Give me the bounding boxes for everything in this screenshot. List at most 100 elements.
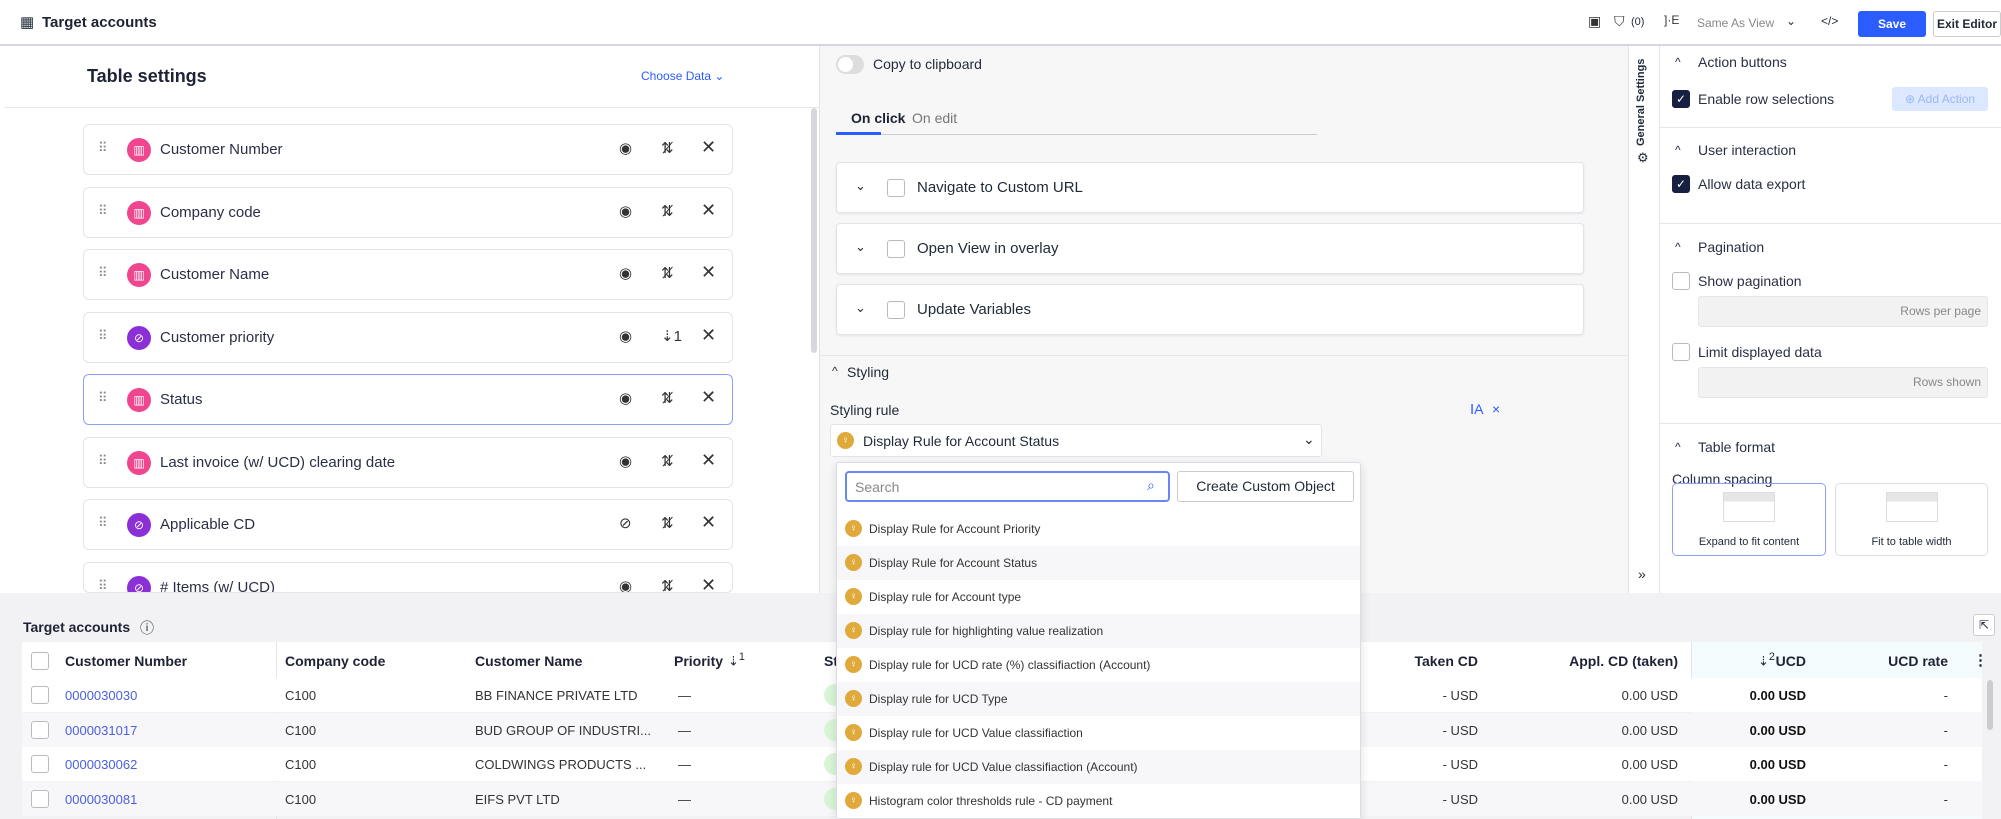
remove-icon[interactable]: ✕ bbox=[701, 137, 716, 158]
more-options-icon[interactable]: ⋮ bbox=[1973, 651, 1988, 669]
collapse-icon[interactable]: » bbox=[1638, 566, 1646, 582]
chevron-down-icon[interactable]: ⌄ bbox=[855, 300, 866, 316]
drag-handle-icon[interactable]: ⠿ bbox=[98, 578, 108, 593]
eye-icon[interactable]: ◉ bbox=[619, 452, 632, 470]
sort-icon[interactable]: ⇅̸ bbox=[661, 202, 674, 220]
allow-export-checkbox[interactable]: ✓ bbox=[1672, 175, 1690, 193]
drag-handle-icon[interactable]: ⠿ bbox=[98, 203, 108, 219]
eye-icon[interactable]: ◉ bbox=[619, 202, 632, 220]
rule-option[interactable]: ♀ Display rule for UCD Type bbox=[837, 682, 1360, 716]
row-checkbox[interactable] bbox=[31, 755, 49, 773]
scrollbar[interactable] bbox=[811, 108, 817, 353]
column-card[interactable]: ⠿ ▥ Customer Name ◉ ⇅̸ ✕ bbox=[83, 249, 733, 300]
chevron-down-icon[interactable]: ⌄ bbox=[855, 178, 866, 194]
rule-option[interactable]: ♀ Display rule for UCD rate (%) classifia… bbox=[837, 648, 1360, 682]
eye-icon[interactable]: ◉ bbox=[619, 327, 632, 345]
chevron-down-icon[interactable]: ⌄ bbox=[855, 239, 866, 255]
column-card[interactable]: ⠿ ▥ Last invoice (w/ UCD) clearing date … bbox=[83, 436, 733, 488]
row-checkbox[interactable] bbox=[31, 789, 49, 808]
drag-handle-icon[interactable]: ⠿ bbox=[98, 515, 108, 531]
column-card[interactable]: ⠿ ▥ Status ◉ ⇅̸ ✕ bbox=[83, 374, 733, 425]
eye-icon[interactable]: ◉ bbox=[619, 139, 632, 157]
rule-option[interactable]: ♀ Histogram color thresholds rule - CD pa… bbox=[837, 784, 1360, 818]
action-accordion[interactable]: ⌄ Open View in overlay bbox=[836, 223, 1584, 274]
column-card[interactable]: ⠿ ⊘ Customer priority ◉ ⇣1 ✕ bbox=[83, 311, 733, 363]
filter-icon[interactable]: ⛉ bbox=[1614, 13, 1625, 30]
drag-handle-icon[interactable]: ⠿ bbox=[98, 453, 108, 469]
expand-option[interactable]: Expand to fit content bbox=[1672, 483, 1826, 556]
remove-icon[interactable]: ✕ bbox=[701, 387, 716, 408]
remove-icon[interactable]: ✕ bbox=[701, 450, 716, 471]
column-card[interactable]: ⠿ ▥ Customer Number ◉ ⇅̸ ✕ bbox=[83, 124, 733, 175]
sort-icon[interactable]: ⇅̸ bbox=[661, 139, 674, 157]
limit-data-checkbox[interactable] bbox=[1672, 343, 1690, 361]
enable-rows-checkbox[interactable]: ✓ bbox=[1672, 90, 1690, 108]
column-header[interactable]: Appl. CD (taken) bbox=[1569, 653, 1678, 669]
create-custom-object-button[interactable]: Create Custom Object bbox=[1177, 471, 1354, 502]
add-action-button[interactable]: ⊕ Add Action bbox=[1892, 87, 1988, 111]
code-icon[interactable]: </> bbox=[1821, 14, 1838, 28]
table-scrollbar[interactable] bbox=[1987, 680, 1993, 730]
styling-rule-select[interactable]: ♀ Display Rule for Account Status ⌄ bbox=[830, 424, 1322, 457]
drag-handle-icon[interactable]: ⠿ bbox=[98, 390, 108, 406]
copy-toggle[interactable] bbox=[836, 55, 864, 74]
sort-desc-icon[interactable]: ⇣1 bbox=[728, 651, 745, 669]
sort-icon[interactable]: ⇅̸ bbox=[661, 514, 674, 532]
remove-icon[interactable]: ✕ bbox=[701, 575, 716, 593]
text-format-icon[interactable]: ⅠA bbox=[1470, 401, 1483, 418]
remove-icon[interactable]: ✕ bbox=[701, 325, 716, 346]
styling-header[interactable]: Styling bbox=[847, 364, 889, 380]
customer-link[interactable]: 0000030062 bbox=[65, 757, 137, 772]
rule-option[interactable]: ♀ Display Rule for Account Priority bbox=[837, 512, 1360, 546]
remove-icon[interactable]: ✕ bbox=[701, 512, 716, 533]
row-checkbox[interactable] bbox=[31, 720, 49, 739]
column-header[interactable]: Company code bbox=[285, 653, 385, 669]
clear-icon[interactable]: × bbox=[1492, 401, 1500, 417]
customer-link[interactable]: 0000030081 bbox=[65, 792, 137, 807]
sort-desc-icon[interactable]: ⇣2 bbox=[1758, 651, 1775, 669]
sort-icon[interactable]: ⇅̸ bbox=[661, 452, 674, 470]
action-accordion[interactable]: ⌄ Update Variables bbox=[836, 284, 1584, 335]
drag-handle-icon[interactable]: ⠿ bbox=[98, 265, 108, 281]
drag-handle-icon[interactable]: ⠿ bbox=[98, 328, 108, 344]
column-card[interactable]: ⠿ ⊘ # Items (w/ UCD) ◉ ⇅̸ ✕ bbox=[83, 561, 733, 593]
info-icon[interactable]: ⓘ bbox=[140, 618, 154, 638]
save-button[interactable]: Save bbox=[1858, 11, 1926, 37]
select-all-checkbox[interactable] bbox=[31, 652, 49, 670]
action-checkbox[interactable] bbox=[887, 301, 905, 319]
column-header[interactable]: Customer Number bbox=[65, 653, 187, 669]
sort-icon[interactable]: ⇅̸ bbox=[661, 264, 674, 282]
action-buttons-header[interactable]: Action buttons bbox=[1698, 54, 1787, 70]
chevron-down-icon[interactable]: ⌄ bbox=[1786, 14, 1796, 28]
table-format-header[interactable]: Table format bbox=[1698, 439, 1775, 455]
rows-shown-input[interactable]: Rows shown bbox=[1698, 367, 1988, 398]
export-icon[interactable]: ⇱ bbox=[1973, 614, 1995, 636]
view-select[interactable]: Same As View bbox=[1697, 16, 1774, 30]
rows-per-page-input[interactable]: Rows per page bbox=[1698, 296, 1988, 327]
remove-icon[interactable]: ✕ bbox=[701, 262, 716, 283]
general-settings-tab[interactable]: General Settings ⚙ » bbox=[1628, 46, 1660, 593]
action-checkbox[interactable] bbox=[887, 240, 905, 258]
search-input[interactable]: Search ⌕ bbox=[845, 471, 1170, 502]
sort-icon[interactable]: ⇅̸ bbox=[661, 577, 674, 593]
column-header[interactable]: Taken CD bbox=[1414, 653, 1478, 669]
show-pagination-checkbox[interactable] bbox=[1672, 272, 1690, 290]
action-checkbox[interactable] bbox=[887, 179, 905, 197]
column-header[interactable]: Priority bbox=[674, 653, 723, 669]
eye-icon[interactable]: ◉ bbox=[619, 389, 632, 407]
choose-data-button[interactable]: Choose Data ⌄ bbox=[641, 69, 724, 83]
drag-handle-icon[interactable]: ⠿ bbox=[98, 140, 108, 156]
sort-icon[interactable]: ⇅̸ bbox=[661, 389, 674, 407]
column-header[interactable]: Customer Name bbox=[475, 653, 582, 669]
customer-link[interactable]: 0000030030 bbox=[65, 688, 137, 703]
column-card[interactable]: ⠿ ▥ Company code ◉ ⇅̸ ✕ bbox=[83, 186, 733, 238]
rule-option[interactable]: ♀ Display rule for highlighting value rea… bbox=[837, 614, 1360, 648]
chevron-up-icon[interactable]: ^ bbox=[832, 364, 838, 378]
column-header[interactable]: UCD bbox=[1776, 653, 1806, 669]
exit-editor-button[interactable]: Exit Editor bbox=[1933, 11, 2001, 37]
column-card[interactable]: ⠿ ⊘ Applicable CD ⊘ ⇅̸ ✕ bbox=[83, 499, 733, 550]
tab-on-edit[interactable]: On edit bbox=[912, 110, 957, 126]
eye-icon[interactable]: ◉ bbox=[619, 264, 632, 282]
calendar-icon[interactable]: ▣ bbox=[1588, 13, 1601, 30]
rule-option[interactable]: ♀ Display rule for UCD Value classifiacti… bbox=[837, 716, 1360, 750]
